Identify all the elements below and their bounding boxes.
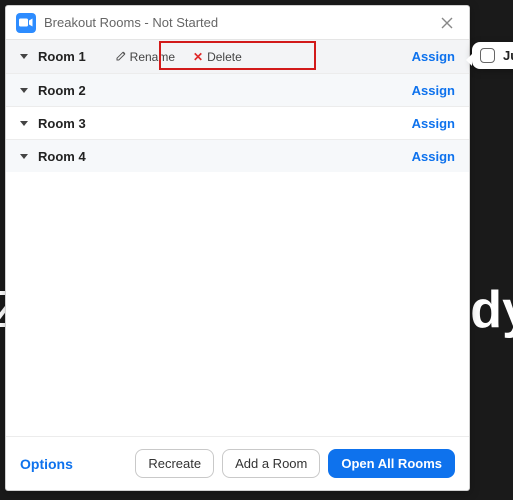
room-name: Room 3	[38, 116, 86, 131]
close-button[interactable]	[435, 11, 459, 35]
participant-name: Judy	[503, 48, 513, 63]
add-room-button[interactable]: Add a Room	[222, 449, 320, 478]
dialog-footer: Options Recreate Add a Room Open All Roo…	[6, 436, 469, 490]
breakout-rooms-dialog: Breakout Rooms - Not Started Room 1 Rena…	[5, 5, 470, 491]
open-all-rooms-button[interactable]: Open All Rooms	[328, 449, 455, 478]
pencil-icon	[116, 50, 126, 64]
caret-down-icon	[20, 54, 28, 59]
room-name: Room 4	[38, 149, 86, 164]
options-link[interactable]: Options	[20, 456, 73, 472]
zoom-app-icon	[16, 13, 36, 33]
participant-checkbox[interactable]	[480, 48, 495, 63]
assign-link[interactable]: Assign	[412, 149, 455, 164]
close-icon	[441, 17, 453, 29]
room-row-2[interactable]: Room 2 Assign	[6, 73, 469, 106]
window-title: Breakout Rooms - Not Started	[44, 15, 218, 30]
room-name: Room 1	[38, 49, 86, 64]
x-icon: ✕	[193, 50, 203, 64]
room-row-3[interactable]: Room 3 Assign	[6, 106, 469, 139]
rooms-list: Room 1 Rename ✕ Delete Assign Room 2 Ass…	[6, 40, 469, 172]
assign-link[interactable]: Assign	[412, 49, 455, 64]
recreate-button[interactable]: Recreate	[135, 449, 214, 478]
caret-down-icon	[20, 154, 28, 159]
assign-participant-popup: Judy	[472, 42, 513, 69]
room-row-4[interactable]: Room 4 Assign	[6, 139, 469, 172]
assign-link[interactable]: Assign	[412, 116, 455, 131]
titlebar: Breakout Rooms - Not Started	[6, 6, 469, 40]
delete-button[interactable]: ✕ Delete	[193, 50, 242, 64]
delete-label: Delete	[207, 50, 242, 64]
room-name: Room 2	[38, 83, 86, 98]
rename-button[interactable]: Rename	[116, 50, 175, 64]
room-row-1[interactable]: Room 1 Rename ✕ Delete Assign	[6, 40, 469, 73]
caret-down-icon	[20, 88, 28, 93]
caret-down-icon	[20, 121, 28, 126]
rename-label: Rename	[130, 50, 175, 64]
room-row-actions: Rename ✕ Delete	[116, 50, 242, 64]
dialog-body-spacer	[6, 172, 469, 436]
assign-link[interactable]: Assign	[412, 83, 455, 98]
